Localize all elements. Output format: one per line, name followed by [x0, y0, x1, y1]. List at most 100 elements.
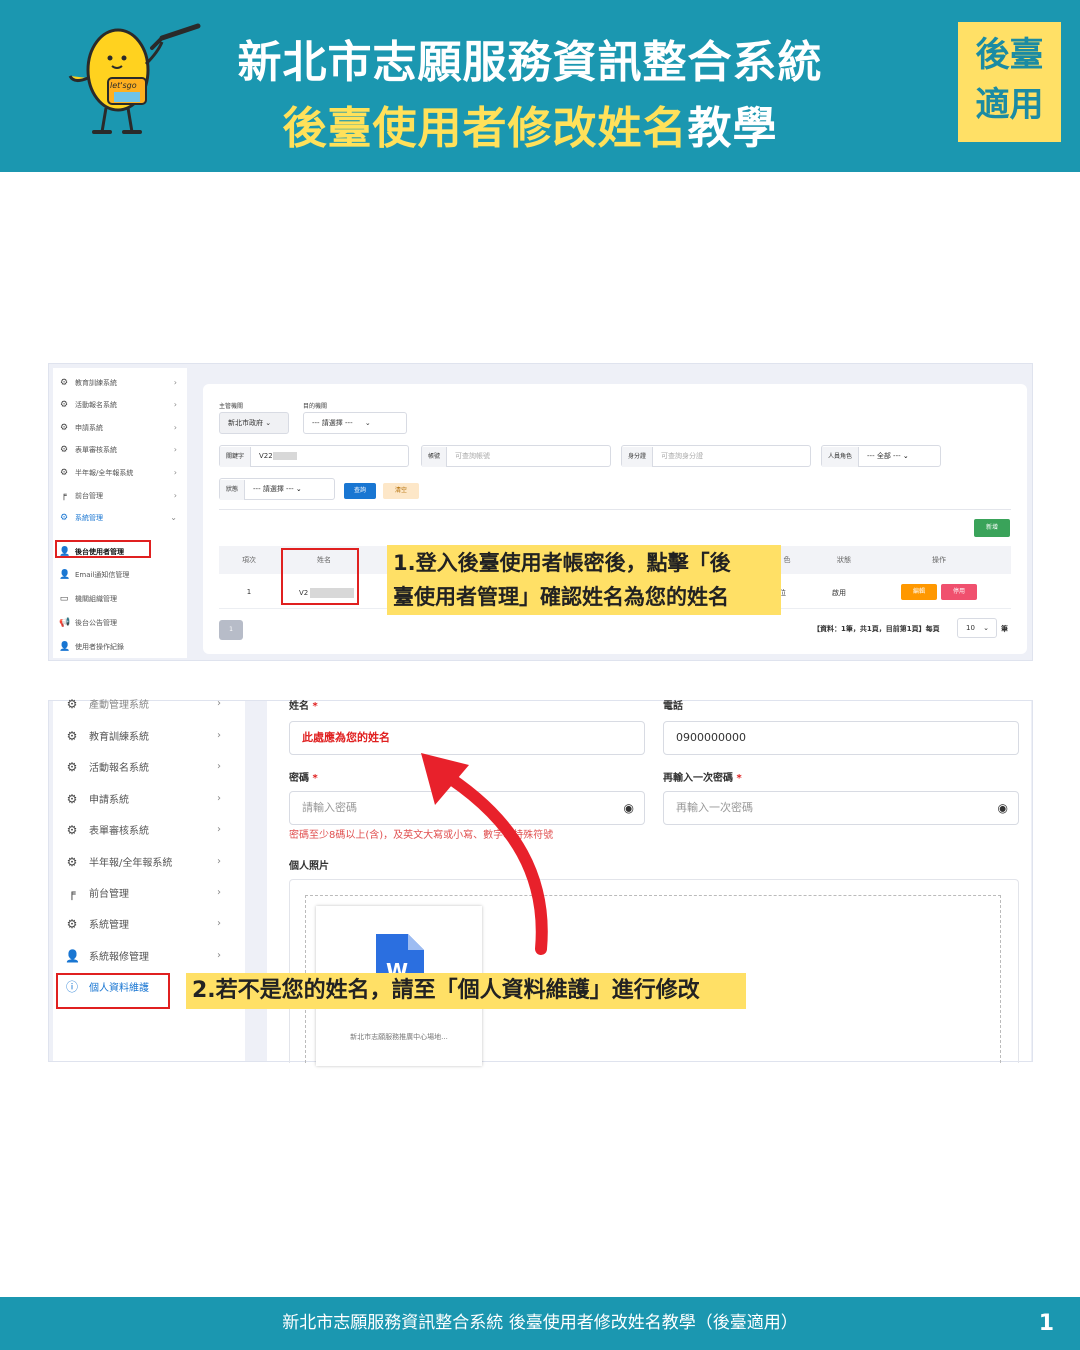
agency-select[interactable]: 新北市政府 ⌄: [219, 412, 289, 434]
per-page-unit: 筆: [1001, 625, 1008, 633]
sidebar-item-apply[interactable]: ⚙ 申請系統 ›: [59, 419, 183, 437]
step2-callout: 2.若不是您的姓名，請至「個人資料維護」進行修改: [186, 973, 746, 1009]
sidebar-item-apply[interactable]: ⚙ 申請系統 ›: [65, 788, 235, 810]
briefcase-icon: ▭: [59, 594, 69, 604]
chevron-down-icon: ⌄: [364, 419, 371, 427]
divider: [219, 509, 1011, 510]
sidebar-item-activity[interactable]: ⚙ 活動報名系統 ›: [65, 756, 235, 778]
title-rest: 教學: [687, 103, 778, 154]
megaphone-icon: 📢: [59, 618, 71, 628]
sidebar-item-repair[interactable]: 👤 系統報修管理 ›: [65, 945, 235, 967]
gear-icon: ⚙: [59, 400, 69, 410]
screenshot-profile-form: ⚙ 產動管理系統 › ⚙ 教育訓練系統 › ⚙ 活動報名系統 › ⚙ 申請系統 › ⚙ 表單審核系…: [48, 697, 1033, 1066]
sidebar-item-frontend[interactable]: ╒ 前台管理 ›: [59, 487, 183, 505]
file-caption: 新北市志願服務推廣中心場地...: [350, 1033, 448, 1041]
paint-roller-icon: ╒: [61, 491, 67, 501]
chevron-right-icon: ›: [217, 887, 221, 898]
th-role: 色: [783, 556, 791, 564]
chevron-right-icon: ›: [173, 378, 177, 387]
red-arrow-icon: [421, 753, 548, 955]
gear-icon: ⚙: [59, 378, 69, 388]
chevron-down-icon: ⌄: [170, 513, 177, 522]
clear-button[interactable]: 清空: [383, 483, 419, 499]
sidebar-item-org[interactable]: ▭ 機關組織管理: [59, 590, 183, 608]
status-select[interactable]: 狀態 --- 請選擇 --- ⌄: [219, 478, 335, 500]
screenshot-user-list: ⚙ 教育訓練系統 › ⚙ 活動報名系統 › ⚙ 申請系統 › ⚙ 表單審核系統 › ⚙ 半年報/全…: [48, 363, 1033, 661]
target-select[interactable]: --- 請選擇 --- ⌄: [303, 412, 407, 434]
gear-icon: ⚙: [66, 792, 78, 806]
gear-icon: ⚙: [66, 917, 78, 931]
svg-text:let'sgo: let'sgo: [110, 81, 137, 90]
edit-button[interactable]: 編輯: [901, 584, 937, 600]
page-number: 1: [1038, 1311, 1054, 1336]
chevron-right-icon: ›: [173, 445, 177, 454]
eye-icon[interactable]: ◉: [998, 792, 1008, 824]
chevron-right-icon: ›: [217, 761, 221, 772]
gear-icon: ⚙: [66, 729, 78, 743]
chevron-down-icon: ⌄: [902, 452, 909, 460]
sidebar-item-frontend[interactable]: ╒ 前台管理 ›: [65, 882, 235, 904]
phone-input[interactable]: 0900000000: [663, 721, 1019, 755]
sidebar-item-forms[interactable]: ⚙ 表單審核系統 ›: [65, 819, 235, 841]
footer-bar: 新北市志願服務資訊整合系統 後臺使用者修改姓名教學（後臺適用） 1: [0, 1297, 1080, 1350]
th-status: 狀態: [837, 556, 851, 564]
keyword-input[interactable]: 關鍵字 V22: [219, 445, 409, 467]
sidebar-item-forms[interactable]: ⚙ 表單審核系統 ›: [59, 441, 183, 459]
audience-badge: 後臺 適用: [958, 22, 1061, 142]
chevron-right-icon: ›: [217, 698, 221, 709]
agency-label: 主管機關: [219, 403, 244, 410]
tutorial-page: let'sgo 新北市志願服務資訊整合系統 後臺使用者修改姓名教學 後臺 適用 …: [0, 0, 1080, 1350]
user-icon: 👤: [65, 949, 80, 963]
gear-icon: ⚙: [59, 513, 69, 523]
sidebar-item-activity[interactable]: ⚙ 活動報名系統 ›: [59, 396, 183, 414]
gear-icon: ⚙: [66, 760, 78, 774]
photo-label: 個人照片: [289, 861, 329, 872]
role-select[interactable]: 人員角色 --- 全部 --- ⌄: [821, 445, 941, 467]
account-input[interactable]: 帳號 可查詢帳號: [421, 445, 611, 467]
header-banner: let'sgo 新北市志願服務資訊整合系統 後臺使用者修改姓名教學 後臺 適用: [0, 0, 1080, 172]
sidebar-item-reports[interactable]: ⚙ 半年報/全年報系統 ›: [59, 464, 183, 482]
phone-label: 電話: [663, 701, 683, 712]
badge-line2: 適用: [975, 85, 1044, 125]
per-page-select[interactable]: 10 ⌄: [957, 618, 997, 638]
highlight-box-profile: [56, 973, 170, 1009]
gear-icon: ⚙: [59, 423, 69, 433]
step1-callout: 1.登入後臺使用者帳密後，點擊「後 臺使用者管理」確認姓名為您的姓名: [387, 545, 781, 615]
sidebar-item-training[interactable]: ⚙ 教育訓練系統 ›: [65, 725, 235, 747]
sidebar-item-announce[interactable]: 📢 後台公告管理: [59, 614, 183, 632]
highlight-box-backend-users: [55, 540, 151, 558]
search-button[interactable]: 查詢: [344, 483, 376, 499]
confirm-password-input[interactable]: 再輸入一次密碼 ◉: [663, 791, 1019, 825]
user-icon: 👤: [59, 570, 71, 580]
sidebar-item-cut[interactable]: ⚙ 產動管理系統 ›: [65, 693, 235, 715]
sidebar-item-email[interactable]: 👤 Email通知信管理: [59, 566, 183, 584]
sidebar-item-system[interactable]: ⚙ 系統管理 ⌄: [59, 509, 183, 527]
page-title-line1: 新北市志願服務資訊整合系統: [237, 37, 823, 88]
redacted-block: [272, 452, 297, 460]
mascot-icon: let'sgo: [68, 23, 201, 134]
chevron-down-icon: ⌄: [295, 485, 302, 493]
disable-button[interactable]: 停用: [941, 584, 977, 600]
eye-icon[interactable]: ◉: [624, 792, 634, 824]
confirm-password-label: 再輸入一次密碼 *: [663, 773, 742, 784]
gear-icon: ⚙: [59, 468, 69, 478]
sidebar-item-training[interactable]: ⚙ 教育訓練系統 ›: [59, 374, 183, 392]
id-input[interactable]: 身分證 可查詢身分證: [621, 445, 811, 467]
page-title-line2: 後臺使用者修改姓名教學: [200, 92, 860, 156]
sidebar-item-logs[interactable]: 👤 使用者操作紀錄: [59, 638, 183, 656]
chevron-right-icon: ›: [173, 468, 177, 477]
pagination-info: 【資料：1筆，共1頁，目前第1頁】每頁: [813, 625, 940, 633]
highlight-box-name-column: [281, 548, 359, 605]
chevron-down-icon: ⌄: [265, 419, 272, 427]
sidebar: ⚙ 教育訓練系統 › ⚙ 活動報名系統 › ⚙ 申請系統 › ⚙ 表單審核系統 › ⚙ 半年報/全…: [53, 368, 187, 658]
sidebar-item-reports[interactable]: ⚙ 半年報/全年報系統 ›: [65, 851, 235, 873]
badge-line1: 後臺: [975, 35, 1044, 75]
chevron-right-icon: ›: [173, 400, 177, 409]
th-actions: 操作: [932, 556, 946, 564]
page-button[interactable]: 1: [219, 620, 243, 640]
add-button[interactable]: 新增: [974, 519, 1010, 537]
sidebar-item-system[interactable]: ⚙ 系統管理 ›: [65, 913, 235, 935]
gear-icon: ⚙: [59, 445, 69, 455]
th-index: 項次: [242, 556, 256, 564]
gear-icon: ⚙: [66, 823, 78, 837]
